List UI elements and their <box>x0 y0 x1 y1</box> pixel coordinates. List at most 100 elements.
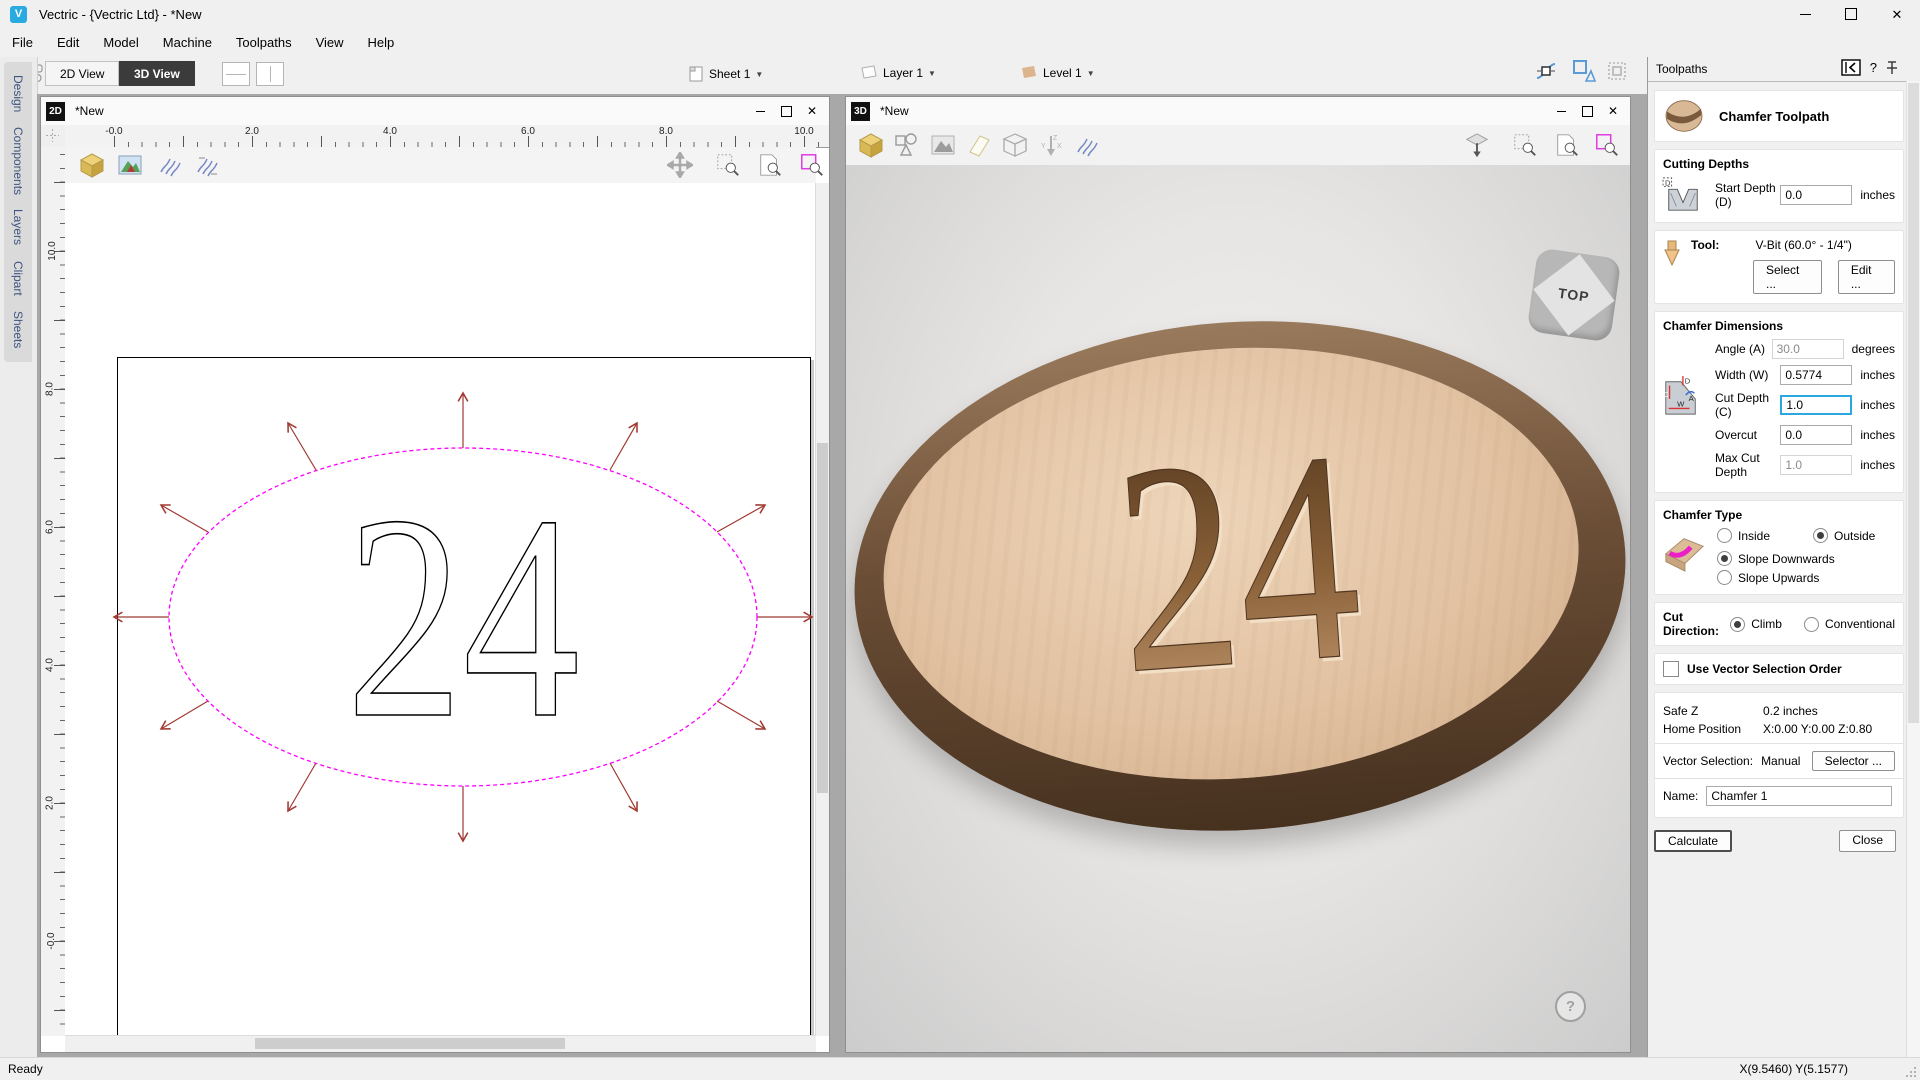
panel-scrollbar[interactable] <box>1906 81 1920 1057</box>
scrollbar-thumb[interactable] <box>255 1038 565 1049</box>
material-block-icon[interactable] <box>858 132 884 158</box>
pin-icon[interactable] <box>1886 60 1898 75</box>
menu-toolpaths[interactable]: Toolpaths <box>224 30 304 55</box>
width-unit: inches <box>1860 368 1895 382</box>
menu-edit[interactable]: Edit <box>45 30 91 55</box>
sidebar-tab-components[interactable]: Components <box>4 115 32 207</box>
3d-maximize-button[interactable] <box>1574 97 1600 125</box>
menu-file[interactable]: File <box>0 30 45 55</box>
help-button[interactable]: ? <box>1555 991 1586 1022</box>
tool-select-button[interactable]: Select ... <box>1753 260 1822 294</box>
2d-window-titlebar[interactable]: 2D *New ✕ <box>41 97 829 126</box>
wireframe-box-icon[interactable] <box>1002 132 1028 158</box>
solid-view-icon[interactable] <box>1464 132 1490 158</box>
2d-minimize-button[interactable] <box>747 97 773 125</box>
2d-canvas[interactable]: 24 <box>65 183 816 1036</box>
climb-option[interactable]: Climb <box>1730 617 1782 632</box>
menu-machine[interactable]: Machine <box>151 30 224 55</box>
climb-label: Climb <box>1751 617 1782 631</box>
carved-number-text: 24 <box>1107 388 1370 736</box>
minimize-icon <box>756 111 765 112</box>
menu-view[interactable]: View <box>304 30 356 55</box>
resize-grip[interactable] <box>1904 1065 1917 1078</box>
number-vector-text[interactable]: 24 <box>346 455 580 779</box>
2d-maximize-button[interactable] <box>773 97 799 125</box>
3d-minimize-button[interactable] <box>1548 97 1574 125</box>
tab-2d-view[interactable]: 2D View <box>45 61 119 86</box>
tab-3d-view[interactable]: 3D View <box>119 61 195 86</box>
sheet-selector[interactable]: Sheet 1 ▼ <box>688 65 763 83</box>
help-icon: ? <box>1566 998 1575 1015</box>
collapse-panel-icon[interactable] <box>1841 59 1861 76</box>
2d-view-toolbar <box>65 147 816 184</box>
chamfer-outside-option[interactable]: Outside <box>1813 528 1875 543</box>
ruler-label: 10.0 <box>794 126 813 137</box>
svg-text:Z: Z <box>1053 135 1058 142</box>
material-block-icon[interactable] <box>79 152 105 178</box>
zoom-box-icon[interactable] <box>1512 132 1538 158</box>
vector-order-checkbox[interactable] <box>1663 661 1679 677</box>
toolpath-name-label: Name: <box>1663 789 1698 803</box>
toolpath-name-input[interactable] <box>1706 786 1892 806</box>
snap-vectors-icon[interactable] <box>1570 58 1596 84</box>
radio-icon <box>1717 528 1732 543</box>
bitmap-icon[interactable] <box>930 132 956 158</box>
split-horizontal-icon[interactable] <box>222 62 250 86</box>
chamfer-inside-option[interactable]: Inside <box>1717 528 1813 543</box>
max-cut-depth-unit: inches <box>1860 458 1895 472</box>
selector-button[interactable]: Selector ... <box>1812 751 1895 771</box>
overcut-input[interactable] <box>1780 425 1852 445</box>
close-panel-button[interactable]: Close <box>1839 830 1896 852</box>
axis-arrow-icon[interactable]: YX Z <box>1038 132 1064 158</box>
snap-grid-icon[interactable] <box>1604 58 1630 84</box>
zoom-extents-icon[interactable] <box>1554 132 1580 158</box>
close-button[interactable]: ✕ <box>1874 0 1920 28</box>
level-selector[interactable]: Level 1 ▼ <box>1018 65 1095 81</box>
vector-order-label: Use Vector Selection Order <box>1687 662 1842 676</box>
minimize-icon <box>1557 111 1566 112</box>
snap-geometry-icon[interactable] <box>1533 58 1559 84</box>
draw-vectors-icon[interactable] <box>894 132 920 158</box>
3d-badge: 3D <box>851 102 870 121</box>
toolpath-preview-icon[interactable] <box>1074 132 1100 158</box>
carved-plaque[interactable]: 24 24 <box>846 296 1630 857</box>
pan-icon[interactable] <box>667 152 693 178</box>
close-icon: ✕ <box>1892 8 1903 21</box>
toolpath-preview-icon[interactable] <box>157 152 183 178</box>
menu-help[interactable]: Help <box>356 30 407 55</box>
layer-selector[interactable]: Layer 1 ▼ <box>858 65 936 81</box>
angle-input[interactable] <box>1772 339 1844 359</box>
bitmap-icon[interactable] <box>117 152 143 178</box>
calculate-button[interactable]: Calculate <box>1654 830 1732 852</box>
3d-close-button[interactable]: ✕ <box>1600 97 1626 125</box>
cut-depth-input[interactable] <box>1780 395 1852 415</box>
scrollbar-thumb[interactable] <box>1908 83 1919 723</box>
width-input[interactable] <box>1780 365 1852 385</box>
2d-close-button[interactable]: ✕ <box>799 97 825 125</box>
maximize-button[interactable] <box>1828 0 1874 28</box>
ruler-label: 4.0 <box>383 126 397 137</box>
3d-window-titlebar[interactable]: 3D *New ✕ <box>846 97 1630 126</box>
panel-help-icon[interactable]: ? <box>1870 60 1877 75</box>
slope-downwards-option[interactable]: Slope Downwards <box>1717 551 1895 566</box>
minimize-button[interactable] <box>1782 0 1828 28</box>
zoom-box-icon[interactable] <box>715 152 741 178</box>
zoom-selected-icon[interactable] <box>1594 132 1620 158</box>
max-cut-depth-input[interactable] <box>1780 455 1852 475</box>
zoom-extents-icon[interactable] <box>757 152 783 178</box>
menu-model[interactable]: Model <box>91 30 150 55</box>
slope-upwards-option[interactable]: Slope Upwards <box>1717 570 1895 585</box>
toolpath-drawing-icon[interactable] <box>195 152 221 178</box>
sheet-plane-icon[interactable] <box>966 132 992 158</box>
radio-icon <box>1804 617 1819 632</box>
sidebar-tab-sheets[interactable]: Sheets <box>4 298 32 362</box>
2d-vertical-scrollbar[interactable] <box>815 183 829 1036</box>
2d-horizontal-scrollbar[interactable] <box>65 1035 816 1052</box>
zoom-selected-icon[interactable] <box>799 152 825 178</box>
split-vertical-icon[interactable] <box>256 62 284 86</box>
3d-viewport[interactable]: TOP 24 <box>846 165 1630 1052</box>
conventional-option[interactable]: Conventional <box>1804 617 1895 632</box>
start-depth-input[interactable] <box>1780 185 1852 205</box>
tool-edit-button[interactable]: Edit ... <box>1838 260 1895 294</box>
scrollbar-thumb[interactable] <box>817 443 828 793</box>
